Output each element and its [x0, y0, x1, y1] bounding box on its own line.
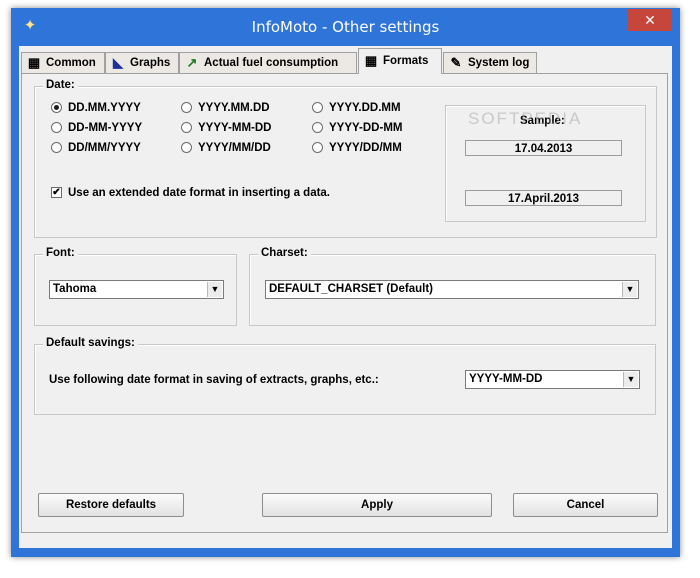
chart-icon: ◣	[113, 54, 123, 70]
default-date-format-value: YYYY-MM-DD	[469, 373, 543, 385]
tab-actual-fuel-consumption[interactable]: ↗ Actual fuel consumption	[179, 52, 357, 73]
tab-graphs-label: Graphs	[130, 57, 171, 69]
radio-label: YYYY-DD-MM	[329, 122, 403, 134]
sample-long-date: 17.April.2013	[465, 190, 622, 206]
chevron-down-icon[interactable]: ▼	[623, 372, 638, 387]
close-button[interactable]: ✕	[628, 9, 672, 31]
tab-common-label: Common	[46, 57, 96, 69]
tab-formats[interactable]: ▦ Formats	[358, 48, 442, 74]
charset-group: Charset: DEFAULT_CHARSET (Default) ▼	[249, 247, 656, 326]
font-select[interactable]: Tahoma ▼	[49, 280, 224, 299]
window-title: InfoMoto - Other settings	[251, 18, 440, 36]
radio-dot[interactable]	[51, 122, 62, 134]
radio-dot[interactable]	[312, 142, 323, 154]
radio-yyyy-dd-mm-dash[interactable]: YYYY-DD-MM	[312, 122, 402, 134]
radio-label: DD/MM/YYYY	[68, 142, 141, 154]
formats-panel: Date: DD.MM.YYYY YYYY.MM.DD YYYY.DD.MM D…	[21, 73, 668, 533]
dialog-client-area: ▦ Common ◣ Graphs ↗ Actual fuel consumption…	[19, 46, 672, 548]
tab-formats-label: Formats	[383, 55, 429, 67]
checkbox-box[interactable]: ✔	[51, 187, 62, 199]
radio-dot[interactable]	[312, 102, 323, 114]
radio-yyyy-dd-mm-slash[interactable]: YYYY/DD/MM	[312, 142, 402, 154]
radio-label: DD.MM.YYYY	[68, 102, 141, 114]
radio-label: YYYY.MM.DD	[198, 102, 270, 114]
radio-dd-mm-yyyy-slash[interactable]: DD/MM/YYYY	[51, 142, 141, 154]
default-savings-description: Use following date format in saving of e…	[49, 374, 379, 386]
default-savings-group: Default savings: Use following date form…	[34, 337, 656, 415]
font-group: Font: Tahoma ▼	[34, 247, 237, 326]
date-group-label: Date:	[43, 79, 78, 91]
line-chart-icon: ↗	[186, 54, 198, 70]
checkbox-label: Use an extended date format in inserting…	[68, 187, 331, 199]
radio-dot[interactable]	[181, 122, 192, 134]
radio-dd-mm-yyyy-dot[interactable]: DD.MM.YYYY	[51, 102, 141, 114]
title-bar[interactable]: ✦ InfoMoto - Other settings ✕	[11, 8, 680, 46]
restore-defaults-button[interactable]: Restore defaults	[38, 493, 184, 517]
chevron-down-icon[interactable]: ▼	[207, 282, 222, 297]
tab-fuel-label: Actual fuel consumption	[204, 57, 339, 69]
radio-dot[interactable]	[181, 142, 192, 154]
radio-yyyy-mm-dd-dot[interactable]: YYYY.MM.DD	[181, 102, 270, 114]
apply-button[interactable]: Apply	[262, 493, 492, 517]
date-group: Date: DD.MM.YYYY YYYY.MM.DD YYYY.DD.MM D…	[34, 79, 657, 238]
extended-date-format-checkbox[interactable]: ✔ Use an extended date format in insertin…	[51, 187, 330, 199]
radio-label: YYYY/DD/MM	[329, 142, 402, 154]
tab-system-log-label: System log	[468, 57, 530, 69]
tab-system-log[interactable]: ✎ System log	[443, 52, 537, 73]
default-date-format-select[interactable]: YYYY-MM-DD ▼	[465, 370, 640, 389]
sample-box: Sample: SOFTPEDIA 17.04.2013 17.April.20…	[445, 105, 646, 222]
radio-label: YYYY/MM/DD	[198, 142, 271, 154]
sample-short-date: 17.04.2013	[465, 140, 622, 156]
chevron-down-icon[interactable]: ▼	[622, 282, 637, 297]
font-group-label: Font:	[43, 247, 78, 259]
radio-dot[interactable]	[51, 142, 62, 154]
tab-graphs[interactable]: ◣ Graphs	[105, 52, 179, 73]
radio-dot[interactable]	[51, 102, 62, 114]
radio-dot[interactable]	[312, 122, 323, 134]
settings-window: ✦ InfoMoto - Other settings ✕ ▦ Common ◣ G…	[11, 8, 680, 557]
radio-label: YYYY.DD.MM	[329, 102, 401, 114]
tab-common[interactable]: ▦ Common	[21, 52, 105, 73]
radio-yyyy-dd-mm-dot[interactable]: YYYY.DD.MM	[312, 102, 401, 114]
wrench-icon: ✎	[450, 54, 462, 70]
grid-icon: ▦	[364, 52, 378, 68]
radio-dd-mm-yyyy-dash[interactable]: DD-MM-YYYY	[51, 122, 142, 134]
radio-dot[interactable]	[181, 102, 192, 114]
charset-select[interactable]: DEFAULT_CHARSET (Default) ▼	[265, 280, 639, 299]
grid-icon: ▦	[27, 54, 41, 70]
radio-label: DD-MM-YYYY	[68, 122, 143, 134]
default-savings-group-label: Default savings:	[43, 337, 138, 349]
charset-group-label: Charset:	[258, 247, 311, 259]
radio-label: YYYY-MM-DD	[198, 122, 272, 134]
charset-select-value: DEFAULT_CHARSET (Default)	[269, 283, 433, 295]
watermark: SOFTPEDIA	[468, 109, 583, 128]
font-select-value: Tahoma	[53, 283, 97, 295]
cancel-button[interactable]: Cancel	[513, 493, 658, 517]
radio-yyyy-mm-dd-dash[interactable]: YYYY-MM-DD	[181, 122, 271, 134]
radio-yyyy-mm-dd-slash[interactable]: YYYY/MM/DD	[181, 142, 271, 154]
